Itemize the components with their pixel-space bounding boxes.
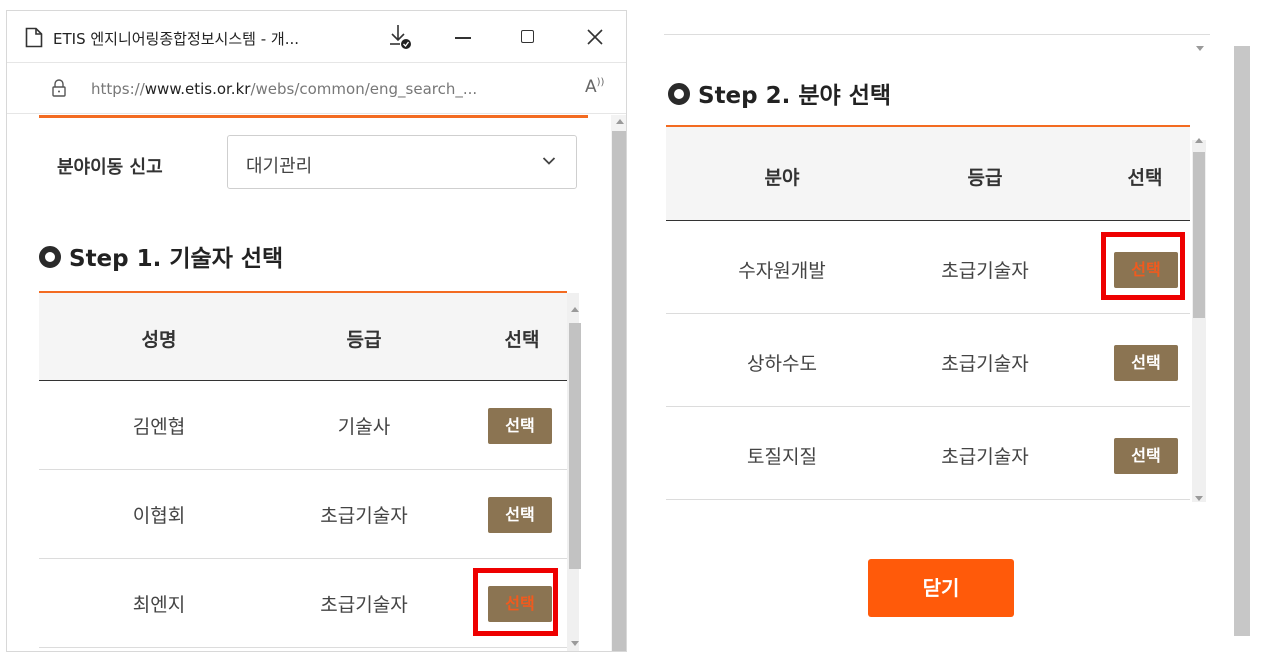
url-prefix: https:// — [91, 80, 145, 98]
field-grade: 초급기술자 — [941, 260, 1029, 282]
select-button[interactable]: 선택 — [1114, 345, 1178, 381]
select-button[interactable]: 선택 — [1114, 438, 1178, 474]
scroll-down-icon[interactable] — [571, 641, 579, 646]
highlight-box — [473, 568, 558, 636]
bullet-icon — [39, 246, 61, 268]
scrollbar-thumb[interactable] — [569, 323, 581, 569]
page-icon — [25, 27, 43, 48]
header-grade: 등급 — [967, 167, 1003, 189]
popup-window-scrolled: Step 2. 분야 선택 분야 등급 선택 수자원개발 초급기술자 선택 상하… — [640, 10, 1270, 652]
select-button[interactable]: 선택 — [488, 408, 552, 444]
field-select[interactable]: 대기관리 — [227, 135, 577, 189]
field-name: 수자원개발 — [738, 260, 826, 282]
popup-window: ETIS 엔지니어링종합정보시스템 - 개... https://www.eti… — [6, 10, 627, 652]
table-row: 토질지질 초급기술자 선택 — [666, 408, 1190, 500]
table-header: 분야 등급 선택 — [666, 127, 1190, 221]
url-host: www.etis.or.kr — [144, 80, 251, 98]
table-row: 최엔지 초급기술자 선택 — [39, 560, 567, 648]
field-name: 상하수도 — [747, 353, 817, 375]
header-field: 분야 — [764, 167, 800, 189]
close-button[interactable]: 닫기 — [868, 559, 1014, 617]
scrollbar-thumb[interactable] — [1193, 152, 1205, 318]
field-table: 분야 등급 선택 수자원개발 초급기술자 선택 상하수도 초급기술자 선택 토질… — [666, 125, 1190, 501]
window-title: ETIS 엔지니어링종합정보시스템 - 개... — [53, 30, 300, 48]
step2-title: Step 2. 분야 선택 — [668, 76, 891, 110]
engineer-name: 이협회 — [132, 505, 186, 527]
popup-content: 분야이동 신고 대기관리 Step 1. 기술자 선택 성명 등급 선택 김엔협… — [7, 115, 626, 651]
engineer-grade: 기술사 — [337, 416, 391, 438]
engineer-grade: 초급기술자 — [320, 594, 408, 616]
page-scroll-up-icon[interactable] — [616, 119, 624, 124]
step1-title: Step 1. 기술자 선택 — [39, 239, 283, 273]
header-name: 성명 — [141, 329, 177, 351]
engineer-grade: 초급기술자 — [320, 505, 408, 527]
header-select: 선택 — [1127, 167, 1163, 189]
engineer-name: 김엔협 — [132, 416, 186, 438]
table-row: 이협회 초급기술자 선택 — [39, 471, 567, 559]
scroll-up-icon[interactable] — [571, 307, 579, 312]
field-move-label: 분야이동 신고 — [57, 157, 163, 178]
table-row: 수자원개발 초급기술자 선택 — [666, 222, 1190, 314]
header-grade: 등급 — [346, 329, 382, 351]
table-row: 김엔협 기술사 선택 — [39, 382, 567, 470]
download-icon[interactable] — [387, 23, 413, 51]
scroll-down-icon[interactable] — [1196, 46, 1204, 51]
select-button[interactable]: 선택 — [488, 497, 552, 533]
table-header: 성명 등급 선택 — [39, 293, 567, 381]
address-bar[interactable]: https://www.etis.or.kr/webs/common/eng_s… — [7, 64, 626, 114]
field-select-value: 대기관리 — [246, 156, 313, 177]
scroll-down-icon[interactable] — [1195, 496, 1203, 501]
lock-icon[interactable] — [51, 78, 67, 98]
engineer-table: 성명 등급 선택 김엔협 기술사 선택 이협회 초급기술자 선택 최엔지 초급기… — [39, 291, 579, 651]
section-divider — [39, 115, 588, 118]
field-grade: 초급기술자 — [941, 446, 1029, 468]
engineer-name: 최엔지 — [132, 594, 186, 616]
page-scrollbar-thumb[interactable] — [612, 131, 626, 651]
title-bar: ETIS 엔지니어링종합정보시스템 - 개... — [7, 11, 626, 63]
step1-title-text: Step 1. 기술자 선택 — [69, 246, 284, 272]
chevron-down-icon — [542, 157, 556, 165]
header-select: 선택 — [504, 329, 540, 351]
close-icon[interactable] — [585, 27, 605, 47]
url-path: /webs/common/eng_search_... — [250, 80, 478, 98]
field-name: 토질지질 — [747, 446, 817, 468]
highlight-box — [1101, 232, 1185, 300]
url-text[interactable]: https://www.etis.or.kr/webs/common/eng_s… — [91, 80, 477, 98]
table-row: 상하수도 초급기술자 선택 — [666, 315, 1190, 407]
step2-title-text: Step 2. 분야 선택 — [698, 83, 892, 109]
top-divider — [664, 34, 1210, 35]
bullet-icon — [668, 83, 690, 105]
reader-mode-icon[interactable]: A)) — [585, 77, 604, 97]
minimize-icon[interactable] — [455, 37, 471, 39]
scroll-up-icon[interactable] — [1195, 138, 1203, 143]
reader-mode-label: A — [585, 77, 597, 97]
field-grade: 초급기술자 — [941, 353, 1029, 375]
page-scrollbar-thumb[interactable] — [1234, 46, 1250, 636]
maximize-icon[interactable] — [521, 30, 534, 43]
